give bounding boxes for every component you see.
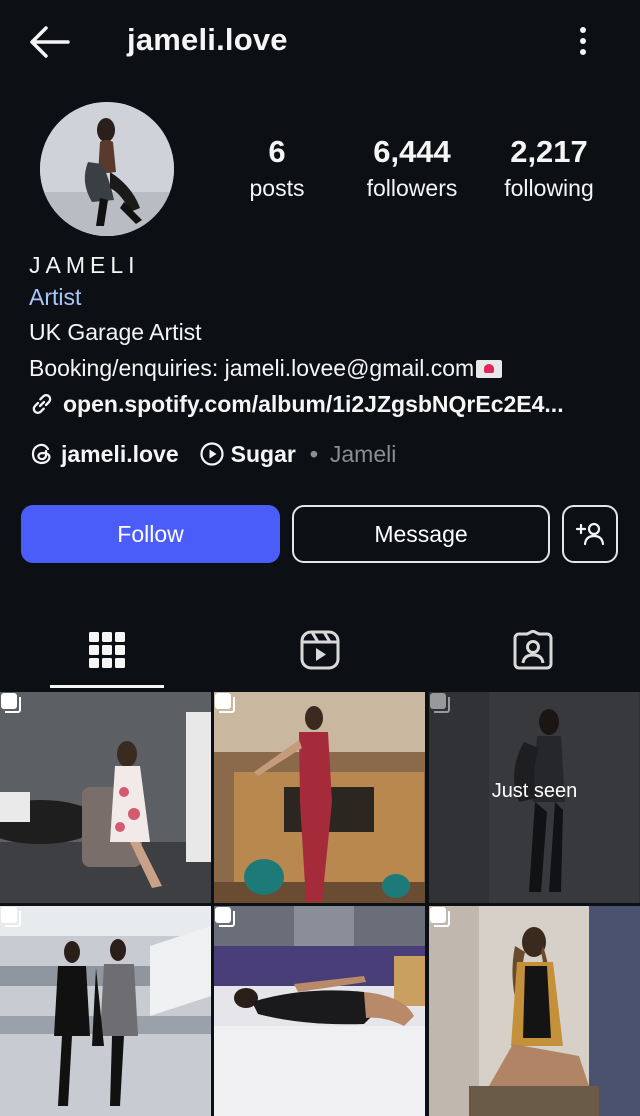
active-tab-indicator (50, 685, 164, 688)
suggested-accounts-button[interactable] (562, 505, 618, 563)
following-count-label: following (504, 175, 594, 201)
reels-icon (300, 630, 339, 670)
message-button[interactable]: Message (292, 505, 550, 563)
carousel-icon (215, 693, 235, 713)
post-photo (214, 906, 425, 1116)
threads-chip[interactable]: jameli.love (29, 441, 179, 468)
profile-category: Artist (29, 284, 82, 310)
more-options-button[interactable] (566, 24, 600, 60)
just-seen-overlay: Just seen (491, 780, 578, 802)
music-title: Sugar (230, 440, 296, 467)
profile-avatar[interactable] (40, 102, 174, 236)
carousel-icon (430, 693, 450, 713)
profile-bio: JAMELI Artist UK Garage Artist Booking/e… (29, 250, 619, 422)
grid-icon (88, 632, 125, 668)
display-name: JAMELI (29, 252, 140, 278)
avatar-photo (40, 102, 174, 236)
tab-tagged[interactable] (426, 610, 639, 690)
bio-line-1: UK Garage Artist (29, 319, 202, 345)
link-icon (32, 393, 52, 415)
post-thumbnail[interactable] (214, 906, 425, 1116)
post-thumbnail[interactable] (0, 692, 211, 903)
followers-count-value: 6,444 (373, 134, 451, 169)
post-thumbnail[interactable] (429, 906, 640, 1116)
threads-handle: jameli.love (61, 440, 179, 467)
post-thumbnail[interactable] (214, 692, 425, 903)
bio-link-text: open.spotify.com/album/1i2JZgsbNQrEc2E4.… (63, 391, 564, 417)
followers-count-label: followers (366, 175, 458, 201)
post-photo (0, 906, 211, 1116)
profile-username-title: jameli.love (127, 22, 288, 57)
bio-link[interactable]: open.spotify.com/album/1i2JZgsbNQrEc2E4.… (29, 386, 619, 422)
following-count-value: 2,217 (510, 134, 588, 169)
tab-reels[interactable] (213, 610, 426, 690)
back-button[interactable] (24, 22, 74, 62)
love-letter-icon (476, 360, 503, 378)
follow-button[interactable]: Follow (21, 505, 280, 563)
tagged-icon (513, 630, 552, 670)
tab-posts[interactable] (0, 610, 213, 690)
threads-icon (31, 443, 51, 465)
more-vertical-icon (580, 27, 586, 55)
music-separator: • (309, 440, 318, 467)
carousel-icon (430, 907, 450, 927)
posts-count-value: 6 (268, 134, 286, 169)
profile-tabs (0, 610, 640, 690)
arrow-left-icon (30, 26, 70, 58)
post-photo (0, 692, 211, 903)
music-chip[interactable]: Sugar • Jameli (199, 440, 397, 468)
followers-count[interactable]: 6,444 followers (352, 134, 472, 202)
post-thumbnail[interactable] (0, 906, 211, 1116)
bio-line-2: Booking/enquiries: jameli.lovee@gmail.co… (29, 350, 619, 386)
top-bar: jameli.love (0, 0, 640, 86)
carousel-icon (1, 907, 21, 927)
profile-chips: jameli.love Sugar • Jameli (29, 437, 416, 471)
booking-email-text[interactable]: Booking/enquiries: jameli.lovee@gmail.co… (29, 355, 474, 381)
carousel-icon (215, 907, 235, 927)
posts-count-label: posts (249, 175, 305, 201)
carousel-icon (1, 693, 21, 713)
music-artist: Jameli (329, 440, 397, 467)
post-photo (214, 692, 425, 903)
posts-grid: Just seen (0, 692, 640, 1116)
add-person-icon (575, 522, 605, 546)
play-circle-icon (200, 442, 224, 466)
posts-count[interactable]: 6 posts (232, 134, 322, 202)
post-thumbnail[interactable]: Just seen (429, 692, 640, 903)
post-photo (429, 906, 640, 1116)
following-count[interactable]: 2,217 following (490, 134, 608, 202)
